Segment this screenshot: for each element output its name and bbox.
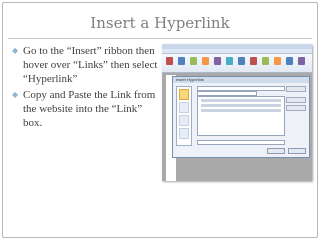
insert-hyperlink-dialog: Insert Hyperlink: [172, 76, 310, 158]
screenshot-document-area: Insert Hyperlink: [162, 73, 312, 181]
ribbon-icon: [226, 57, 233, 65]
target-frame-button: [286, 105, 306, 111]
bullet-text: Copy and Paste the Link from the website…: [23, 89, 156, 129]
ribbon-icon: [178, 57, 185, 65]
link-to-place-option: [179, 102, 189, 113]
link-to-new-document-option: [179, 115, 189, 126]
slide: Insert a Hyperlink ◆ Go to the “Insert” …: [0, 0, 320, 240]
ribbon-icon: [202, 57, 209, 65]
cancel-button: [288, 148, 306, 154]
title-divider: [8, 38, 312, 39]
dialog-title: Insert Hyperlink: [173, 77, 309, 83]
bullet-item: ◆ Copy and Paste the Link from the websi…: [12, 88, 160, 130]
ok-button: [267, 148, 285, 154]
address-field: [197, 140, 285, 145]
bookmark-button: [286, 97, 306, 103]
bullet-item: ◆ Go to the “Insert” ribbon then hover o…: [12, 44, 160, 86]
link-to-email-option: [179, 128, 189, 139]
ribbon-icon: [238, 57, 245, 65]
list-item: [201, 109, 281, 112]
ribbon-icon: [214, 57, 221, 65]
ribbon-icon: [298, 57, 305, 65]
ribbon-icon: [274, 57, 281, 65]
bullet-text: Go to the “Insert” ribbon then hover ove…: [23, 45, 158, 85]
bullet-diamond-icon: ◆: [12, 46, 19, 55]
ribbon-icon: [250, 57, 257, 65]
ribbon-icon: [190, 57, 197, 65]
bullet-list: ◆ Go to the “Insert” ribbon then hover o…: [12, 44, 160, 132]
ribbon-icon: [166, 57, 173, 65]
ribbon-icon: [262, 57, 269, 65]
screentip-button: [286, 86, 306, 92]
screenshot-ribbon: [162, 54, 312, 73]
list-item: [201, 99, 281, 102]
link-to-panel: [176, 86, 192, 146]
file-list: [197, 96, 285, 136]
insert-hyperlink-screenshot: Insert Hyperlink: [162, 44, 312, 181]
list-item: [201, 104, 281, 107]
ribbon-icon: [286, 57, 293, 65]
slide-title: Insert a Hyperlink: [90, 14, 230, 32]
link-to-existing-file-option: [179, 89, 189, 100]
bullet-diamond-icon: ◆: [12, 90, 19, 99]
